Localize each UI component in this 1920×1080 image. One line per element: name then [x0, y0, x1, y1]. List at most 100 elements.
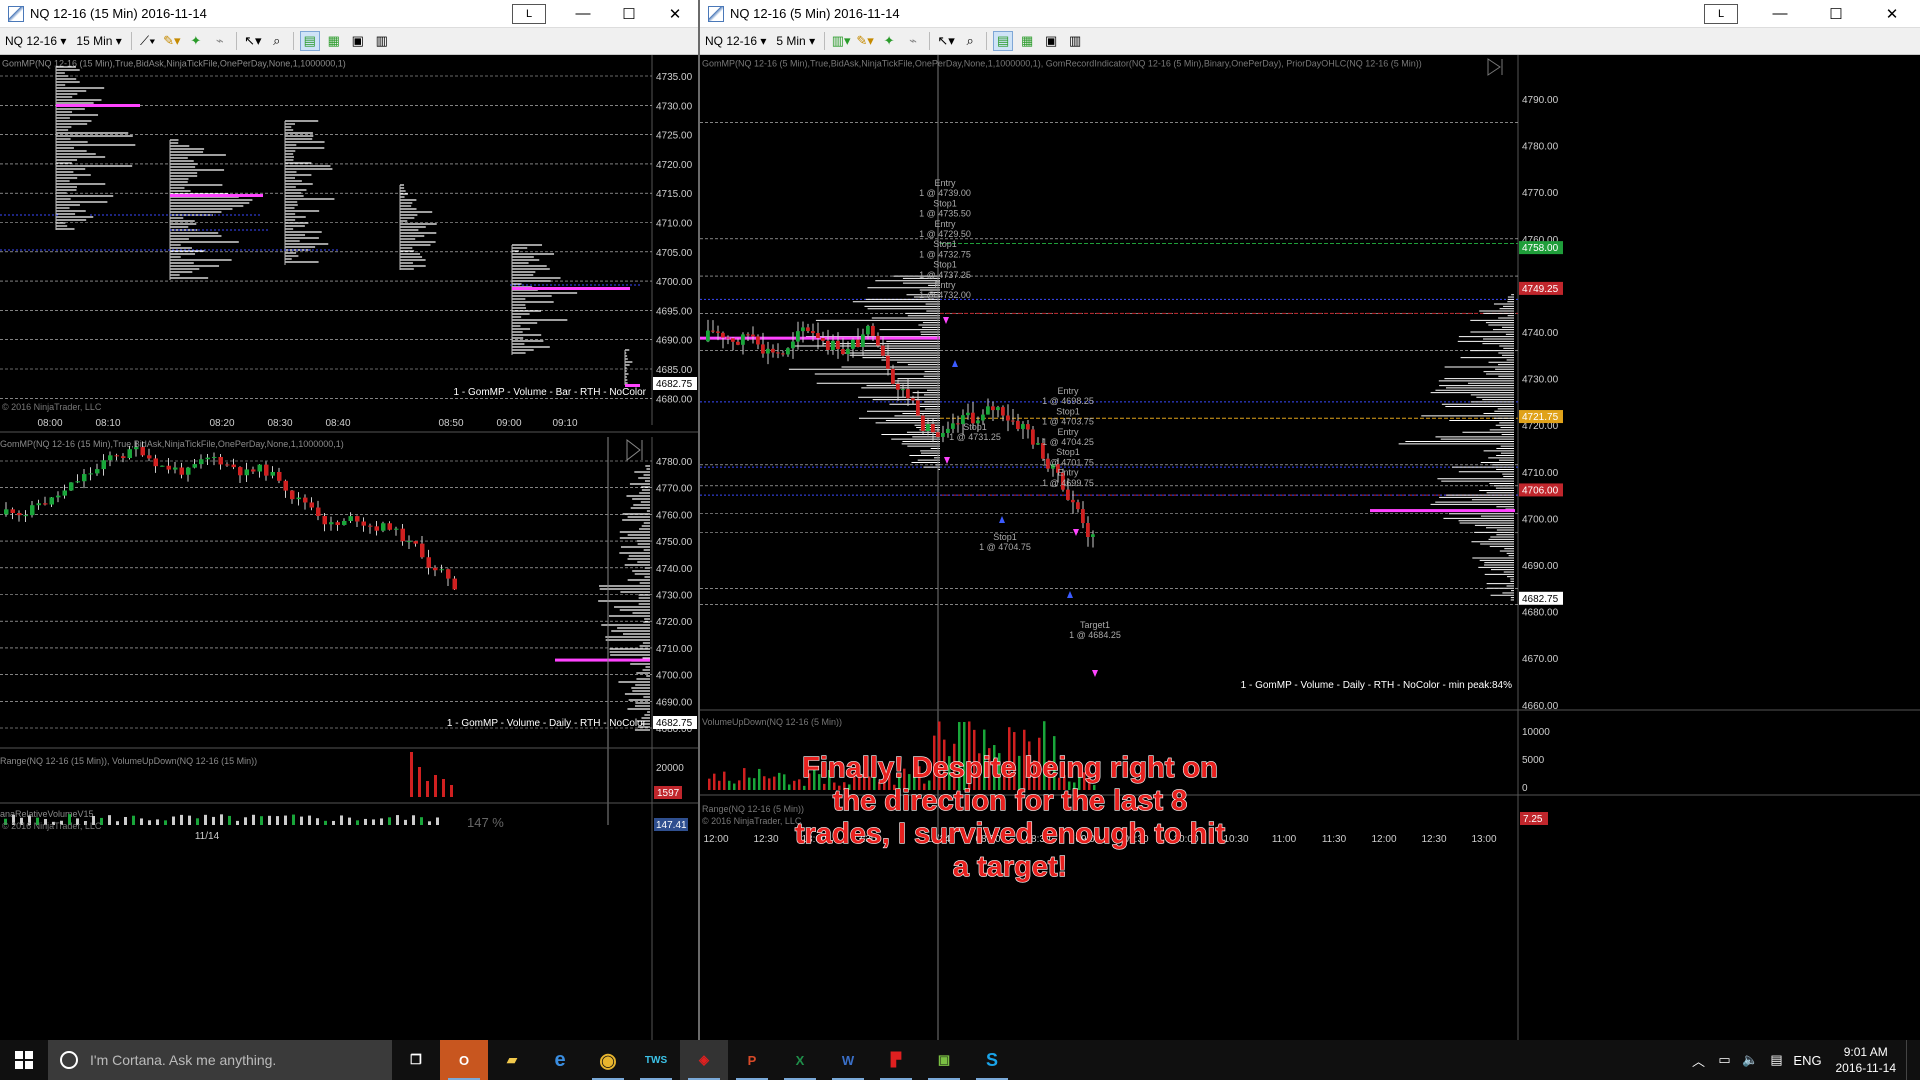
indicators-icon[interactable]: ✦: [879, 31, 899, 51]
notifications-icon[interactable]: ▤: [1764, 1052, 1790, 1068]
price-tick-label: 4720.00: [656, 160, 693, 171]
candle-body: [996, 407, 1000, 411]
volume-icon[interactable]: 🔈: [1738, 1052, 1764, 1068]
chart-trader-icon[interactable]: ▤: [299, 31, 320, 51]
minimize-button[interactable]: —: [1752, 0, 1808, 28]
close-button[interactable]: ✕: [1864, 0, 1920, 28]
network-icon[interactable]: ▭: [1712, 1052, 1738, 1068]
minimize-button[interactable]: —: [560, 0, 606, 28]
candle-body: [796, 331, 800, 342]
task-view-icon[interactable]: ❐: [392, 1040, 440, 1080]
rel-volume-bar: [132, 815, 135, 825]
volume-bar: [723, 771, 726, 790]
trade-marker-label: 1 @ 4735.50: [919, 209, 971, 219]
excel-icon[interactable]: X: [776, 1040, 824, 1080]
right-title-bar[interactable]: NQ 12-16 (5 Min) 2016-11-14 L — ☐ ✕: [700, 0, 1920, 28]
candle-body: [931, 424, 935, 433]
language-indicator[interactable]: ENG: [1790, 1053, 1826, 1068]
maximize-button[interactable]: ☐: [1808, 0, 1864, 28]
rel-volume-bar: [268, 815, 271, 825]
trade-marker-label: 1 @ 4739.00: [919, 188, 971, 198]
candle-body: [140, 447, 145, 456]
pointer-icon[interactable]: ↖▾: [243, 31, 263, 51]
link-l-button[interactable]: L: [512, 3, 546, 24]
toolbar-separator: [986, 32, 988, 50]
volume-bar: [773, 776, 776, 790]
chart-style-icon[interactable]: ▥▾: [831, 31, 851, 51]
candle-body: [821, 338, 825, 341]
candle-body: [1001, 407, 1005, 416]
snapshot-icon[interactable]: ▣: [348, 31, 368, 51]
trade-marker-label: Entry: [934, 219, 956, 229]
candle-body: [283, 480, 288, 491]
close-button[interactable]: ✕: [652, 0, 698, 28]
tws-icon[interactable]: TWS: [632, 1040, 680, 1080]
clock[interactable]: 9:01 AM 2016-11-14: [1826, 1044, 1907, 1076]
notepad-plus-icon[interactable]: ▣: [920, 1040, 968, 1080]
pencil-icon[interactable]: ✎▾: [855, 31, 875, 51]
pointer-icon[interactable]: ↖▾: [936, 31, 956, 51]
indicators-icon[interactable]: ✦: [186, 31, 206, 51]
edge-icon[interactable]: e: [536, 1040, 584, 1080]
instrument-selector[interactable]: NQ 12-16 ▾: [700, 31, 771, 52]
candle-body: [212, 456, 217, 458]
cortana-search-box[interactable]: I'm Cortana. Ask me anything.: [48, 1040, 392, 1080]
candle-body: [400, 528, 405, 542]
right-chart-canvas[interactable]: GomMP(NQ 12-16 (5 Min),True,BidAsk,Ninja…: [700, 55, 1920, 1040]
instrument-selector[interactable]: NQ 12-16 ▾: [0, 31, 71, 52]
go-to-end-icon: [626, 438, 643, 462]
word-icon[interactable]: W: [824, 1040, 872, 1080]
maximize-button[interactable]: ☐: [606, 0, 652, 28]
candle-body: [134, 447, 139, 450]
trade-marker-label: Stop1: [1056, 447, 1080, 457]
snapshot-icon[interactable]: ▣: [1041, 31, 1061, 51]
strategies-icon[interactable]: ⌁: [210, 31, 230, 51]
candle-body: [82, 474, 87, 482]
powerpoint-icon[interactable]: P: [728, 1040, 776, 1080]
interval-selector[interactable]: 5 Min ▾: [771, 31, 820, 52]
outlook-icon[interactable]: O: [440, 1040, 488, 1080]
chrome-icon[interactable]: ◉: [584, 1040, 632, 1080]
left-chart-canvas[interactable]: GomMP(NQ 12-16 (15 Min),True,BidAsk,Ninj…: [0, 55, 698, 1040]
candle-body: [1081, 509, 1085, 524]
show-hidden-icons-icon[interactable]: ︿: [1686, 1051, 1712, 1070]
candle-body: [1016, 420, 1020, 429]
time-tick-label: 09:10: [552, 418, 577, 429]
candle-body: [726, 337, 730, 339]
trade-marker-label: 1 @ 4737.25: [919, 270, 971, 280]
left-title-bar[interactable]: NQ 12-16 (15 Min) 2016-11-14 L — ☐ ✕: [0, 0, 698, 28]
data-box-icon[interactable]: ▦: [1017, 31, 1037, 51]
price-tick-label: 4715.00: [656, 189, 693, 200]
interval-selector[interactable]: 15 Min ▾: [71, 31, 126, 52]
chart-style-icon[interactable]: ⟋▾: [138, 31, 158, 51]
candle-body: [806, 327, 810, 332]
rel-volume-bar: [332, 820, 335, 825]
chart-trader-icon[interactable]: ▤: [993, 31, 1014, 51]
price-tick-label: 4740.00: [1522, 328, 1559, 339]
volume-bar: [708, 778, 711, 790]
volume-bar: [733, 783, 736, 790]
acrobat-icon[interactable]: ▛: [872, 1040, 920, 1080]
data-box-icon[interactable]: ▦: [324, 31, 344, 51]
zoom-icon[interactable]: ⌕: [267, 31, 287, 51]
strategies-icon[interactable]: ⌁: [903, 31, 923, 51]
candle-body: [257, 464, 262, 472]
skype-icon[interactable]: S: [968, 1040, 1016, 1080]
properties-icon[interactable]: ▥: [1065, 31, 1085, 51]
volume-bar: [783, 774, 786, 790]
pencil-icon[interactable]: ✎▾: [162, 31, 182, 51]
action-center-icon[interactable]: [1906, 1040, 1920, 1080]
properties-icon[interactable]: ▥: [372, 31, 392, 51]
candle-body: [1006, 415, 1010, 421]
zoom-icon[interactable]: ⌕: [960, 31, 980, 51]
candle-body: [218, 456, 223, 465]
last-price-label: 4682.75: [656, 718, 693, 729]
link-l-button[interactable]: L: [1704, 3, 1738, 24]
file-explorer-icon[interactable]: ▰: [488, 1040, 536, 1080]
start-button[interactable]: [0, 1040, 48, 1080]
candle-body: [761, 344, 765, 354]
ninjatrader-icon[interactable]: ◈: [680, 1040, 728, 1080]
candle-body: [1026, 424, 1030, 430]
trade-marker-label: Entry: [1057, 427, 1079, 437]
volume-bar: [768, 778, 771, 790]
